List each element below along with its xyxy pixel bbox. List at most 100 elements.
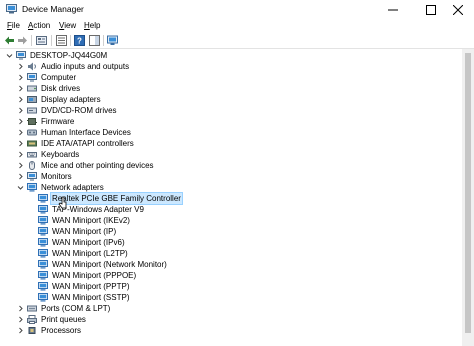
minimize-button[interactable] [377, 0, 409, 19]
menu-file-label: ile [11, 21, 20, 30]
chevron-right-icon[interactable] [17, 83, 24, 94]
toolbar-separator [31, 35, 32, 46]
category-label: Mice and other pointing devices [41, 161, 154, 170]
menu-help-label: elp [89, 21, 101, 30]
tree-device[interactable]: WAN Miniport (IPv6) [28, 237, 126, 248]
back-arrow-icon[interactable] [4, 35, 15, 46]
ide-controller-icon [27, 140, 37, 147]
computer-icon [27, 73, 37, 82]
processor-icon [28, 327, 36, 334]
category-label: Keyboards [41, 150, 80, 159]
tree-category[interactable]: Print queues [17, 314, 87, 325]
tree-device[interactable]: WAN Miniport (IKEv2) [28, 215, 131, 226]
tree-category[interactable]: Display adapters [17, 94, 102, 105]
maximize-icon [426, 4, 436, 15]
scan-hardware-icon[interactable] [107, 35, 118, 46]
chevron-right-icon[interactable] [17, 325, 24, 336]
disk-drive-icon [27, 85, 37, 92]
menu-bar: File Action View Help [0, 19, 474, 33]
category-label: Processors [41, 326, 82, 335]
action-pane-icon[interactable] [89, 35, 100, 46]
network-adapter-icon [38, 271, 48, 280]
mouse-icon [29, 161, 35, 170]
network-adapter-icon [38, 227, 48, 236]
tree-category[interactable]: Mice and other pointing devices [17, 160, 155, 171]
tree-device[interactable]: WAN Miniport (PPTP) [28, 281, 131, 292]
show-hide-console-tree-icon[interactable] [56, 35, 67, 46]
tree-category[interactable]: Human Interface Devices [17, 127, 132, 138]
menu-view-label: iew [64, 21, 77, 30]
close-icon [453, 4, 463, 15]
menu-action[interactable]: Action [27, 20, 51, 32]
chevron-right-icon[interactable] [17, 116, 24, 127]
keyboard-icon [27, 152, 37, 158]
chevron-down-icon[interactable] [17, 182, 24, 193]
device-label: WAN Miniport (IPv6) [52, 238, 125, 247]
tree-category[interactable]: Monitors [17, 171, 73, 182]
device-label: WAN Miniport (L2TP) [52, 249, 128, 258]
tree-category[interactable]: Disk drives [17, 83, 81, 94]
chevron-right-icon[interactable] [17, 149, 24, 160]
chevron-right-icon[interactable] [17, 314, 24, 325]
menu-help[interactable]: Help [83, 20, 101, 32]
network-adapter-icon [38, 238, 48, 247]
vertical-scrollbar[interactable] [462, 49, 474, 346]
forward-arrow-icon[interactable] [17, 35, 28, 46]
chevron-right-icon[interactable] [17, 105, 24, 116]
chevron-right-icon[interactable] [17, 303, 24, 314]
chevron-down-icon[interactable] [6, 50, 13, 61]
category-label: Print queues [41, 315, 86, 324]
tree-device[interactable]: Realtek PCIe GBE Family Controller [28, 192, 183, 205]
tree-category[interactable]: Keyboards [17, 149, 80, 160]
chevron-right-icon[interactable] [17, 94, 24, 105]
chevron-right-icon[interactable] [17, 72, 24, 83]
device-label: Realtek PCIe GBE Family Controller [50, 192, 183, 205]
chevron-right-icon[interactable] [17, 160, 24, 171]
properties-icon[interactable] [36, 35, 47, 46]
chevron-right-icon[interactable] [17, 61, 24, 72]
category-label: IDE ATA/ATAPI controllers [41, 139, 134, 148]
scrollbar-thumb[interactable] [465, 53, 471, 333]
tree-device[interactable]: WAN Miniport (SSTP) [28, 292, 131, 303]
tree-category[interactable]: Processors [17, 325, 82, 336]
menu-file[interactable]: File [6, 20, 21, 32]
monitor-icon [27, 172, 37, 181]
device-label: WAN Miniport (Network Monitor) [52, 260, 167, 269]
tree-category[interactable]: IDE ATA/ATAPI controllers [17, 138, 135, 149]
chevron-right-icon[interactable] [17, 138, 24, 149]
tree-device[interactable]: WAN Miniport (IP) [28, 226, 117, 237]
tree-category[interactable]: Computer [17, 72, 77, 83]
tree-category[interactable]: Audio inputs and outputs [17, 61, 130, 72]
tree-root[interactable]: DESKTOP-JQ44G0M [6, 50, 108, 61]
network-adapter-icon [38, 249, 48, 258]
chevron-right-icon[interactable] [17, 171, 24, 182]
device-label: WAN Miniport (PPTP) [52, 282, 130, 291]
network-adapter-icon [38, 216, 48, 225]
network-adapter-icon [27, 183, 37, 192]
tree-category[interactable]: DVD/CD-ROM drives [17, 105, 118, 116]
menu-view[interactable]: View [58, 20, 77, 32]
speaker-icon [28, 62, 36, 71]
firmware-icon [27, 118, 37, 125]
device-label: WAN Miniport (IKEv2) [52, 216, 130, 225]
network-adapter-icon [38, 282, 48, 291]
hid-icon [27, 129, 37, 136]
close-button[interactable] [442, 0, 474, 19]
network-adapter-icon [38, 293, 48, 302]
chevron-right-icon[interactable] [17, 127, 24, 138]
tree-category[interactable]: Firmware [17, 116, 75, 127]
category-label: Disk drives [41, 84, 81, 93]
help-icon[interactable]: ? [74, 35, 85, 46]
tree-device[interactable]: WAN Miniport (Network Monitor) [28, 259, 168, 270]
tree-category[interactable]: Ports (COM & LPT) [17, 303, 111, 314]
tree-device[interactable]: WAN Miniport (PPPOE) [28, 270, 137, 281]
title-bar: Device Manager [0, 0, 474, 19]
device-manager-icon [6, 4, 17, 14]
toolbar-separator [70, 35, 71, 46]
tree-device[interactable]: TAP-Windows Adapter V9 [28, 204, 145, 215]
tree-device[interactable]: WAN Miniport (L2TP) [28, 248, 129, 259]
device-tree: DESKTOP-JQ44G0M Audio inputs and outputs C… [0, 49, 462, 346]
tree-category[interactable]: Network adapters [17, 182, 105, 193]
category-label: DVD/CD-ROM drives [41, 106, 117, 115]
toolbar-separator [103, 35, 104, 46]
